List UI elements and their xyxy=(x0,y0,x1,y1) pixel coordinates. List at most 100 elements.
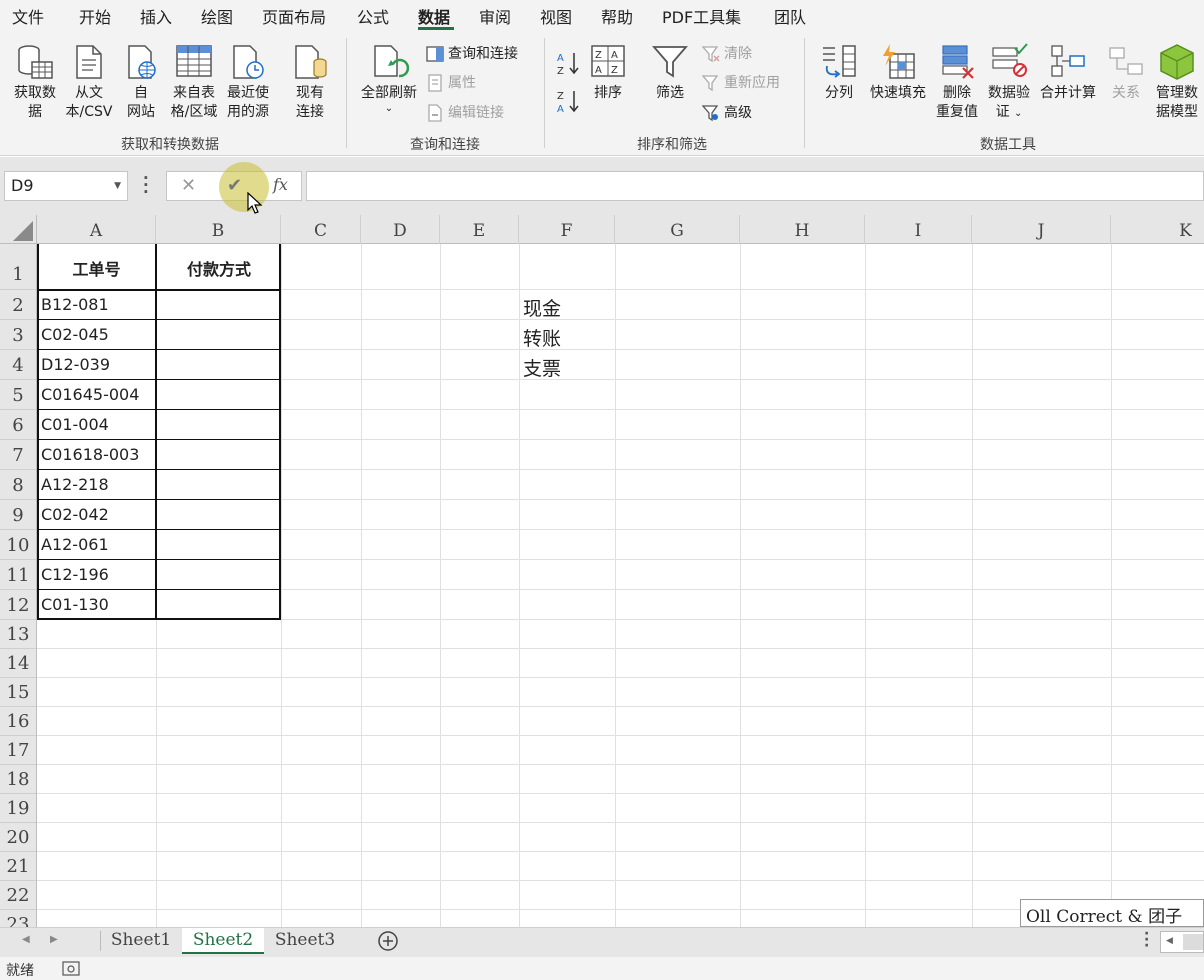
column-header-g[interactable]: G xyxy=(615,215,740,244)
menu-draw[interactable]: 绘图 xyxy=(201,4,233,27)
payment-option-cell[interactable]: 现金 xyxy=(523,294,561,321)
row-header-16[interactable]: 16 xyxy=(0,707,36,736)
row-header-13[interactable]: 13 xyxy=(0,620,36,649)
insert-function-icon[interactable]: fx xyxy=(273,175,288,194)
menu-review[interactable]: 审阅 xyxy=(479,4,511,27)
payment-option-cell[interactable]: 支票 xyxy=(523,354,561,381)
row-header-19[interactable]: 19 xyxy=(0,794,36,823)
sort-button[interactable]: Z A A Z 排序 xyxy=(586,42,630,103)
menu-help[interactable]: 帮助 xyxy=(601,4,633,27)
order-id-cell[interactable]: A12-218 xyxy=(41,475,109,494)
sheet-tab-3[interactable]: Sheet3 xyxy=(266,928,344,954)
manage-data-model-button[interactable]: 管理数 据模型 xyxy=(1150,42,1204,122)
filter-button[interactable]: 筛选 xyxy=(646,42,694,103)
flash-fill-button[interactable]: 快速填充 xyxy=(866,42,930,103)
select-all-button[interactable] xyxy=(0,215,37,244)
row-header-23[interactable]: 23 xyxy=(0,910,36,927)
sheet-tab-2[interactable]: Sheet2 xyxy=(182,928,264,954)
cancel-icon[interactable]: ✕ xyxy=(181,175,196,196)
from-web-button[interactable]: 自 网站 xyxy=(118,42,164,122)
recent-sources-button[interactable]: 最近使 用的源 xyxy=(222,42,274,122)
existing-connections-button[interactable]: 现有 连接 xyxy=(286,42,334,122)
column-header-b[interactable]: B xyxy=(156,215,281,244)
edit-links-button[interactable]: 编辑链接 xyxy=(426,103,536,123)
get-data-button[interactable]: 获取数 据 xyxy=(6,42,64,122)
row-header-11[interactable]: 11 xyxy=(0,560,36,590)
order-id-cell[interactable]: C02-042 xyxy=(41,505,109,524)
payment-option-cell[interactable]: 转账 xyxy=(523,324,561,351)
row-header-15[interactable]: 15 xyxy=(0,678,36,707)
menu-pdf-tools[interactable]: PDF工具集 xyxy=(662,4,741,27)
macro-record-icon[interactable] xyxy=(62,961,80,976)
row-header-5[interactable]: 5 xyxy=(0,380,36,410)
order-id-cell[interactable]: C12-196 xyxy=(41,565,109,584)
order-id-cell[interactable]: C01645-004 xyxy=(41,385,139,404)
menu-team[interactable]: 团队 xyxy=(774,4,806,27)
row-header-7[interactable]: 7 xyxy=(0,440,36,470)
sort-ascending-button[interactable]: A Z xyxy=(556,50,582,77)
row-header-6[interactable]: 6 xyxy=(0,410,36,440)
row-header-18[interactable]: 18 xyxy=(0,765,36,794)
column-header-j[interactable]: J xyxy=(972,215,1111,244)
from-table-range-button[interactable]: 来自表 格/区域 xyxy=(166,42,222,122)
menu-insert[interactable]: 插入 xyxy=(140,4,172,27)
tab-options-icon[interactable]: · · · xyxy=(1144,927,1149,953)
column-header-h[interactable]: H xyxy=(740,215,865,244)
column-header-d[interactable]: D xyxy=(361,215,440,244)
order-id-cell[interactable]: C02-045 xyxy=(41,325,109,344)
header-cell-order-id[interactable]: 工单号 xyxy=(37,256,156,280)
column-header-a[interactable]: A xyxy=(37,215,156,244)
reapply-filter-button[interactable]: 重新应用 xyxy=(702,73,802,93)
consolidate-button[interactable]: 合并计算 xyxy=(1036,42,1100,103)
refresh-all-button[interactable]: 全部刷新 ⌄ xyxy=(356,42,422,115)
row-header-3[interactable]: 3 xyxy=(0,320,36,350)
row-header-14[interactable]: 14 xyxy=(0,649,36,678)
text-to-columns-button[interactable]: 分列 xyxy=(814,42,864,103)
from-text-csv-button[interactable]: 从文 本/CSV xyxy=(60,42,118,122)
sort-descending-button[interactable]: Z A xyxy=(556,88,582,115)
queries-connections-button[interactable]: 查询和连接 xyxy=(426,44,546,64)
name-box[interactable]: D9 ▼ xyxy=(4,171,128,201)
column-header-f[interactable]: F xyxy=(519,215,615,244)
row-header-22[interactable]: 22 xyxy=(0,881,36,910)
more-options-icon[interactable]: · · · xyxy=(143,171,151,200)
row-header-9[interactable]: 9 xyxy=(0,500,36,530)
order-id-cell[interactable]: A12-061 xyxy=(41,535,109,554)
relationships-button[interactable]: 关系 xyxy=(1104,42,1148,103)
sheet-tab-1[interactable]: Sheet1 xyxy=(102,928,180,954)
row-header-17[interactable]: 17 xyxy=(0,736,36,765)
remove-duplicates-button[interactable]: 删除 重复值 xyxy=(932,42,982,122)
refresh-dropdown-icon[interactable]: ⌄ xyxy=(356,103,422,115)
order-id-cell[interactable]: C01618-003 xyxy=(41,445,139,464)
data-validation-button[interactable]: 数据验 证 ⌄ xyxy=(984,42,1034,123)
scroll-right-icon[interactable]: ▶ xyxy=(50,934,58,945)
clear-filter-button[interactable]: 清除 xyxy=(702,44,782,64)
properties-button[interactable]: 属性 xyxy=(426,73,526,93)
enter-icon[interactable]: ✔ xyxy=(227,175,242,196)
menu-view[interactable]: 视图 xyxy=(540,4,572,27)
menu-file[interactable]: 文件 xyxy=(12,4,44,27)
row-header-20[interactable]: 20 xyxy=(0,823,36,852)
row-header-1[interactable]: 1 xyxy=(0,244,36,290)
row-header-4[interactable]: 4 xyxy=(0,350,36,380)
menu-home[interactable]: 开始 xyxy=(79,4,111,27)
row-header-2[interactable]: 2 xyxy=(0,290,36,320)
horizontal-scrollbar[interactable]: ◀ xyxy=(1160,931,1204,953)
header-cell-payment-method[interactable]: 付款方式 xyxy=(157,256,281,280)
name-box-dropdown-icon[interactable]: ▼ xyxy=(114,181,121,191)
menu-formulas[interactable]: 公式 xyxy=(357,4,389,27)
row-header-8[interactable]: 8 xyxy=(0,470,36,500)
order-id-cell[interactable]: C01-004 xyxy=(41,415,109,434)
menu-data[interactable]: 数据 xyxy=(418,4,450,27)
column-header-e[interactable]: E xyxy=(440,215,519,244)
add-sheet-icon[interactable] xyxy=(377,930,399,952)
row-header-10[interactable]: 10 xyxy=(0,530,36,560)
validation-dropdown-icon[interactable]: ⌄ xyxy=(1014,108,1022,119)
row-header-21[interactable]: 21 xyxy=(0,852,36,881)
advanced-filter-button[interactable]: 高级 xyxy=(702,103,782,123)
scroll-thumb[interactable] xyxy=(1183,934,1203,950)
order-id-cell[interactable]: D12-039 xyxy=(41,355,110,374)
formula-input[interactable] xyxy=(306,171,1204,201)
order-id-cell[interactable]: C01-130 xyxy=(41,595,109,614)
order-id-cell[interactable]: B12-081 xyxy=(41,295,109,314)
